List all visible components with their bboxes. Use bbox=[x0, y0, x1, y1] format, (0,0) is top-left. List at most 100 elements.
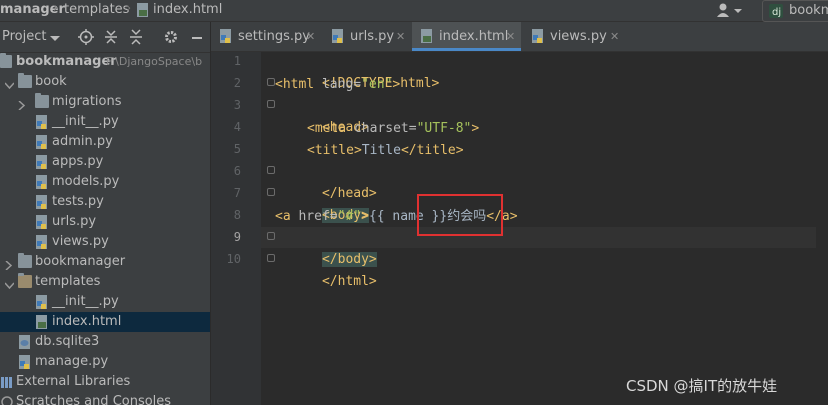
tree-item-file[interactable]: urls.py bbox=[0, 212, 210, 232]
python-file-icon bbox=[35, 155, 49, 169]
run-configuration-selector[interactable]: dj bookm bbox=[762, 0, 828, 22]
line-number: 7 bbox=[233, 186, 241, 200]
editor-tab-bar: settings.py ✕ urls.py ✕ index.html ✕ vie… bbox=[211, 22, 828, 52]
tree-item-bookmanager[interactable]: bookmanager bbox=[0, 252, 210, 272]
attr-token: lang= bbox=[321, 77, 362, 92]
tree-item-file[interactable]: apps.py bbox=[0, 152, 210, 172]
close-icon[interactable]: ✕ bbox=[610, 30, 619, 43]
line-number: 9 bbox=[233, 230, 241, 244]
text-token: Title bbox=[361, 143, 401, 158]
fold-marker-icon[interactable] bbox=[267, 254, 275, 262]
tree-item-file[interactable]: manage.py bbox=[0, 352, 210, 372]
tree-item-label: book bbox=[35, 74, 67, 89]
tree-item-templates[interactable]: templates bbox=[0, 272, 210, 292]
code-line-5: <title>Title</title> bbox=[307, 140, 464, 161]
tree-item-file[interactable]: views.py bbox=[0, 232, 210, 252]
tree-item-label: bookmanager bbox=[35, 254, 126, 269]
line-number: 8 bbox=[233, 208, 241, 222]
scratches-icon bbox=[0, 395, 14, 405]
breadcrumb-folder[interactable]: templates bbox=[64, 2, 129, 17]
project-view-selector[interactable]: Project bbox=[2, 29, 46, 44]
chevron-down-icon[interactable] bbox=[4, 278, 15, 290]
code-editor[interactable]: <!DOCTYPE html> <html lang="en"> <head> … bbox=[261, 52, 828, 405]
chevron-down-icon[interactable] bbox=[4, 78, 15, 90]
tab-label: index.html bbox=[439, 29, 509, 44]
tree-item-scratches[interactable]: Scratches and Consoles bbox=[0, 392, 210, 405]
tree-item-book[interactable]: book bbox=[0, 72, 210, 92]
html-file-icon bbox=[136, 3, 150, 20]
tab-settings-py[interactable]: settings.py ✕ bbox=[211, 22, 321, 51]
code-line-7: <body> bbox=[275, 184, 369, 223]
tab-label: urls.py bbox=[350, 29, 395, 44]
tab-urls-py[interactable]: urls.py ✕ bbox=[323, 22, 411, 51]
tree-item-file[interactable]: models.py bbox=[0, 172, 210, 192]
tab-views-py[interactable]: views.py ✕ bbox=[523, 22, 623, 51]
line-number: 10 bbox=[226, 252, 241, 266]
line-number: 1 bbox=[233, 54, 241, 68]
tag-token: <a bbox=[275, 209, 299, 224]
chevron-right-icon[interactable] bbox=[5, 258, 13, 271]
close-icon[interactable]: ✕ bbox=[396, 30, 405, 43]
hide-icon[interactable] bbox=[189, 29, 205, 45]
fold-marker-icon[interactable] bbox=[267, 188, 275, 196]
code-line-2: <html lang="en"> bbox=[275, 74, 400, 95]
locate-icon[interactable] bbox=[78, 29, 94, 45]
fold-marker-icon[interactable] bbox=[267, 232, 275, 240]
folder-icon bbox=[18, 73, 32, 88]
python-file-icon bbox=[331, 29, 345, 43]
tree-item-label: urls.py bbox=[52, 214, 97, 229]
close-icon[interactable]: ✕ bbox=[306, 30, 315, 43]
tree-item-path: F:\DjangoSpace\b bbox=[106, 55, 203, 68]
tree-item-root[interactable]: bookmanager F:\DjangoSpace\b bbox=[0, 52, 210, 72]
python-file-icon bbox=[35, 195, 49, 209]
tag-token: <meta bbox=[307, 121, 354, 136]
tree-item-label: bookmanager bbox=[16, 54, 117, 69]
tree-item-file[interactable]: __init__.py bbox=[0, 292, 210, 312]
editor-scrollbar[interactable] bbox=[816, 52, 828, 405]
tab-label: settings.py bbox=[238, 29, 310, 44]
breadcrumb-file[interactable]: index.html bbox=[153, 2, 222, 17]
code-line-1: <!DOCTYPE html> bbox=[275, 52, 439, 91]
tag-token: > bbox=[392, 77, 401, 92]
tab-label: views.py bbox=[550, 29, 607, 44]
close-icon[interactable]: ✕ bbox=[506, 30, 515, 43]
tree-item-file[interactable]: tests.py bbox=[0, 192, 210, 212]
svg-text:dj: dj bbox=[772, 7, 781, 18]
tree-item-migrations[interactable]: migrations bbox=[0, 92, 210, 112]
project-toolbar: Project bbox=[0, 22, 210, 53]
expand-all-icon[interactable] bbox=[103, 29, 119, 45]
tree-item-external-libraries[interactable]: External Libraries bbox=[0, 372, 210, 392]
string-token: "#" bbox=[337, 209, 362, 224]
tree-item-label: admin.py bbox=[52, 134, 113, 149]
templates-folder-icon bbox=[18, 273, 32, 288]
library-icon bbox=[0, 375, 14, 388]
gear-icon[interactable] bbox=[163, 29, 179, 45]
folder-icon bbox=[18, 253, 32, 268]
html-file-icon bbox=[35, 315, 49, 329]
editor-panel: settings.py ✕ urls.py ✕ index.html ✕ vie… bbox=[211, 22, 828, 405]
tree-item-index-html[interactable]: index.html bbox=[0, 312, 210, 332]
code-line-4: <meta charset="UTF-8"> bbox=[307, 118, 479, 139]
watermark: CSDN @搞IT的放牛娃 bbox=[626, 377, 778, 395]
folder-icon bbox=[0, 53, 12, 68]
python-file-icon bbox=[35, 175, 49, 189]
fold-marker-icon[interactable] bbox=[267, 166, 275, 174]
tree-item-file[interactable]: __init__.py bbox=[0, 112, 210, 132]
tab-index-html[interactable]: index.html ✕ bbox=[412, 22, 521, 51]
fold-marker-icon[interactable] bbox=[267, 100, 275, 108]
collapse-all-icon[interactable] bbox=[128, 29, 144, 45]
tree-item-label: views.py bbox=[52, 234, 109, 249]
chevron-right-icon[interactable] bbox=[18, 98, 26, 111]
html-file-icon bbox=[420, 29, 434, 43]
code-line-9: </body> bbox=[275, 228, 377, 267]
user-icon[interactable] bbox=[716, 2, 744, 18]
tree-item-file[interactable]: admin.py bbox=[0, 132, 210, 152]
tree-item-label: Scratches and Consoles bbox=[16, 394, 172, 405]
chevron-down-icon[interactable] bbox=[50, 31, 60, 46]
tree-item-label: __init__.py bbox=[52, 114, 119, 129]
fold-marker-icon[interactable] bbox=[267, 78, 275, 86]
tag-token: <title> bbox=[307, 143, 362, 158]
attr-token: href= bbox=[298, 209, 338, 224]
navigation-bar: manager › templates › index.html dj book… bbox=[0, 0, 828, 22]
tree-item-file[interactable]: db.sqlite3 bbox=[0, 332, 210, 352]
